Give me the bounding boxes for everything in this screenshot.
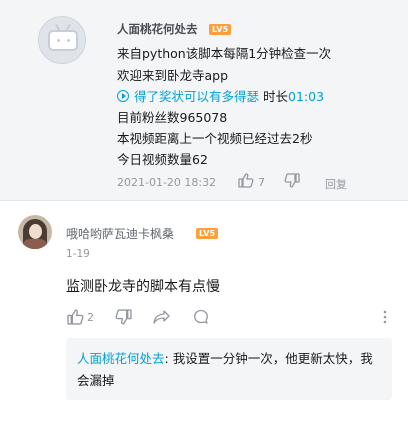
reply-timestamp: 2021-01-20 18:32	[117, 176, 217, 189]
sub-reply-separator: :	[164, 351, 173, 366]
dislike-icon[interactable]	[284, 173, 300, 192]
sub-reply-mention[interactable]: 人面桃花何处去	[77, 351, 165, 366]
top-reply-username[interactable]: 人面桃花何处去	[117, 21, 198, 37]
dislike-icon[interactable]	[115, 309, 132, 329]
sub-reply-box: 人面桃花何处去: 我设置一分钟一次，他更新太快，我会漏掉	[66, 338, 392, 400]
duration-value[interactable]: 01:03	[288, 89, 324, 104]
comment-level-badge: LV5	[196, 228, 219, 239]
avatar-face	[29, 224, 42, 239]
tv-icon	[48, 30, 78, 51]
reply-line-3: 目前粉丝数965078	[117, 110, 228, 125]
reply-line-2: 欢迎来到卧龙寺app	[117, 68, 229, 83]
comment-content: 监测卧龙寺的脚本有点慢	[66, 279, 220, 295]
video-link[interactable]: 得了奖状可以有多得瑟 时长01:03	[117, 86, 324, 105]
reply-button[interactable]: 回复	[325, 176, 347, 192]
video-title[interactable]: 得了奖状可以有多得瑟	[134, 89, 259, 104]
like-count: 7	[258, 176, 265, 189]
avatar-robe	[22, 239, 48, 249]
comment-like-count: 2	[87, 311, 94, 324]
top-reply-card: 人面桃花何处去 LV5 来自python该脚本每隔1分钟检查一次 欢迎来到卧龙寺…	[0, 0, 408, 200]
like-icon[interactable]	[238, 173, 254, 192]
default-avatar[interactable]	[38, 16, 86, 64]
share-icon[interactable]	[153, 309, 171, 329]
play-icon	[117, 90, 129, 102]
comment-username[interactable]: 哦哈哟萨瓦迪卡枫桑	[66, 225, 174, 242]
comment-card: 哦哈哟萨瓦迪卡枫桑 LV5 1-19 监测卧龙寺的脚本有点慢 2 人面桃花何处去…	[0, 200, 408, 424]
sub-reply-text: 人面桃花何处去: 我设置一分钟一次，他更新太快，我会漏掉	[77, 348, 377, 392]
reply-line-5: 今日视频数量62	[117, 152, 208, 167]
reply-line-1: 来自python该脚本每隔1分钟检查一次	[117, 46, 332, 61]
tv-eye-right	[67, 39, 70, 42]
level-badge: LV5	[209, 24, 232, 35]
comment-bubble-icon[interactable]	[193, 309, 209, 329]
more-vertical-icon[interactable]	[383, 309, 387, 328]
tv-eye-left	[57, 39, 60, 42]
user-avatar[interactable]	[18, 215, 52, 249]
like-icon[interactable]	[67, 309, 84, 329]
duration-label: 时长	[263, 89, 289, 104]
reply-line-4: 本视频距离上一个视频已经过去2秒	[117, 131, 313, 146]
comment-date: 1-19	[66, 248, 90, 260]
